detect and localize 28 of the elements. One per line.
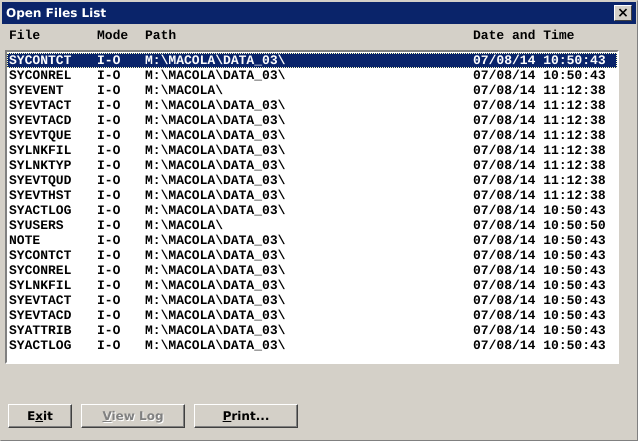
list-row[interactable]: SYEVTQUD I-O M:\MACOLA\DATA_03\ 07/08/14 11:12:38: [7, 173, 617, 188]
list-row[interactable]: SYEVTQUE I-O M:\MACOLA\DATA_03\ 07/08/14 11:12:38: [7, 128, 617, 143]
list-row[interactable]: SYCONTCT I-O M:\MACOLA\DATA_03\ 07/08/14 10:50:43: [7, 248, 617, 263]
list-row[interactable]: SYEVTHST I-O M:\MACOLA\DATA_03\ 07/08/14 11:12:38: [7, 188, 617, 203]
list-row[interactable]: SYEVTACT I-O M:\MACOLA\DATA_03\ 07/08/14 11:12:38: [7, 98, 617, 113]
column-header: Path: [145, 28, 178, 45]
list-row[interactable]: SYLNKFIL I-O M:\MACOLA\DATA_03\ 07/08/14 11:12:38: [7, 143, 617, 158]
column-header: File: [9, 28, 42, 45]
list-row[interactable]: SYCONREL I-O M:\MACOLA\DATA_03\ 07/08/14 10:50:43: [7, 263, 617, 278]
action-button[interactable]: Print...: [194, 404, 298, 428]
list-row[interactable]: SYEVTACD I-O M:\MACOLA\DATA_03\ 07/08/14 11:12:38: [7, 113, 617, 128]
close-button[interactable]: ×: [614, 5, 632, 21]
window-title: Open Files List: [6, 6, 106, 20]
action-button[interactable]: Exit: [8, 404, 72, 428]
list-row[interactable]: SYACTLOG I-O M:\MACOLA\DATA_03\ 07/08/14 10:50:43: [7, 338, 617, 353]
column-header: Date and Time: [473, 28, 576, 45]
list-row[interactable]: SYEVENT I-O M:\MACOLA\ 07/08/14 11:12:38: [7, 83, 617, 98]
list-row[interactable]: SYUSERS I-O M:\MACOLA\ 07/08/14 10:50:50: [7, 218, 617, 233]
list-row[interactable]: NOTE I-O M:\MACOLA\DATA_03\ 07/08/14 10:50:43: [7, 233, 617, 248]
list-row[interactable]: SYLNKTYP I-O M:\MACOLA\DATA_03\ 07/08/14 11:12:38: [7, 158, 617, 173]
list-row[interactable]: SYATTRIB I-O M:\MACOLA\DATA_03\ 07/08/14 10:50:43: [7, 323, 617, 338]
column-header: Mode: [97, 28, 130, 45]
list-row[interactable]: SYACTLOG I-O M:\MACOLA\DATA_03\ 07/08/14 10:50:43: [7, 203, 617, 218]
list-row[interactable]: SYLNKFIL I-O M:\MACOLA\DATA_03\ 07/08/14 10:50:43: [7, 278, 617, 293]
list-row[interactable]: SYEVTACD I-O M:\MACOLA\DATA_03\ 07/08/14 10:50:43: [7, 308, 617, 323]
list-row[interactable]: SYEVTACT I-O M:\MACOLA\DATA_03\ 07/08/14 10:50:43: [7, 293, 617, 308]
list-row[interactable]: SYCONTCT I-O M:\MACOLA\DATA_03\ 07/08/14 10:50:43: [7, 53, 617, 68]
list-row[interactable]: SYCONREL I-O M:\MACOLA\DATA_03\ 07/08/14 10:50:43: [7, 68, 617, 83]
